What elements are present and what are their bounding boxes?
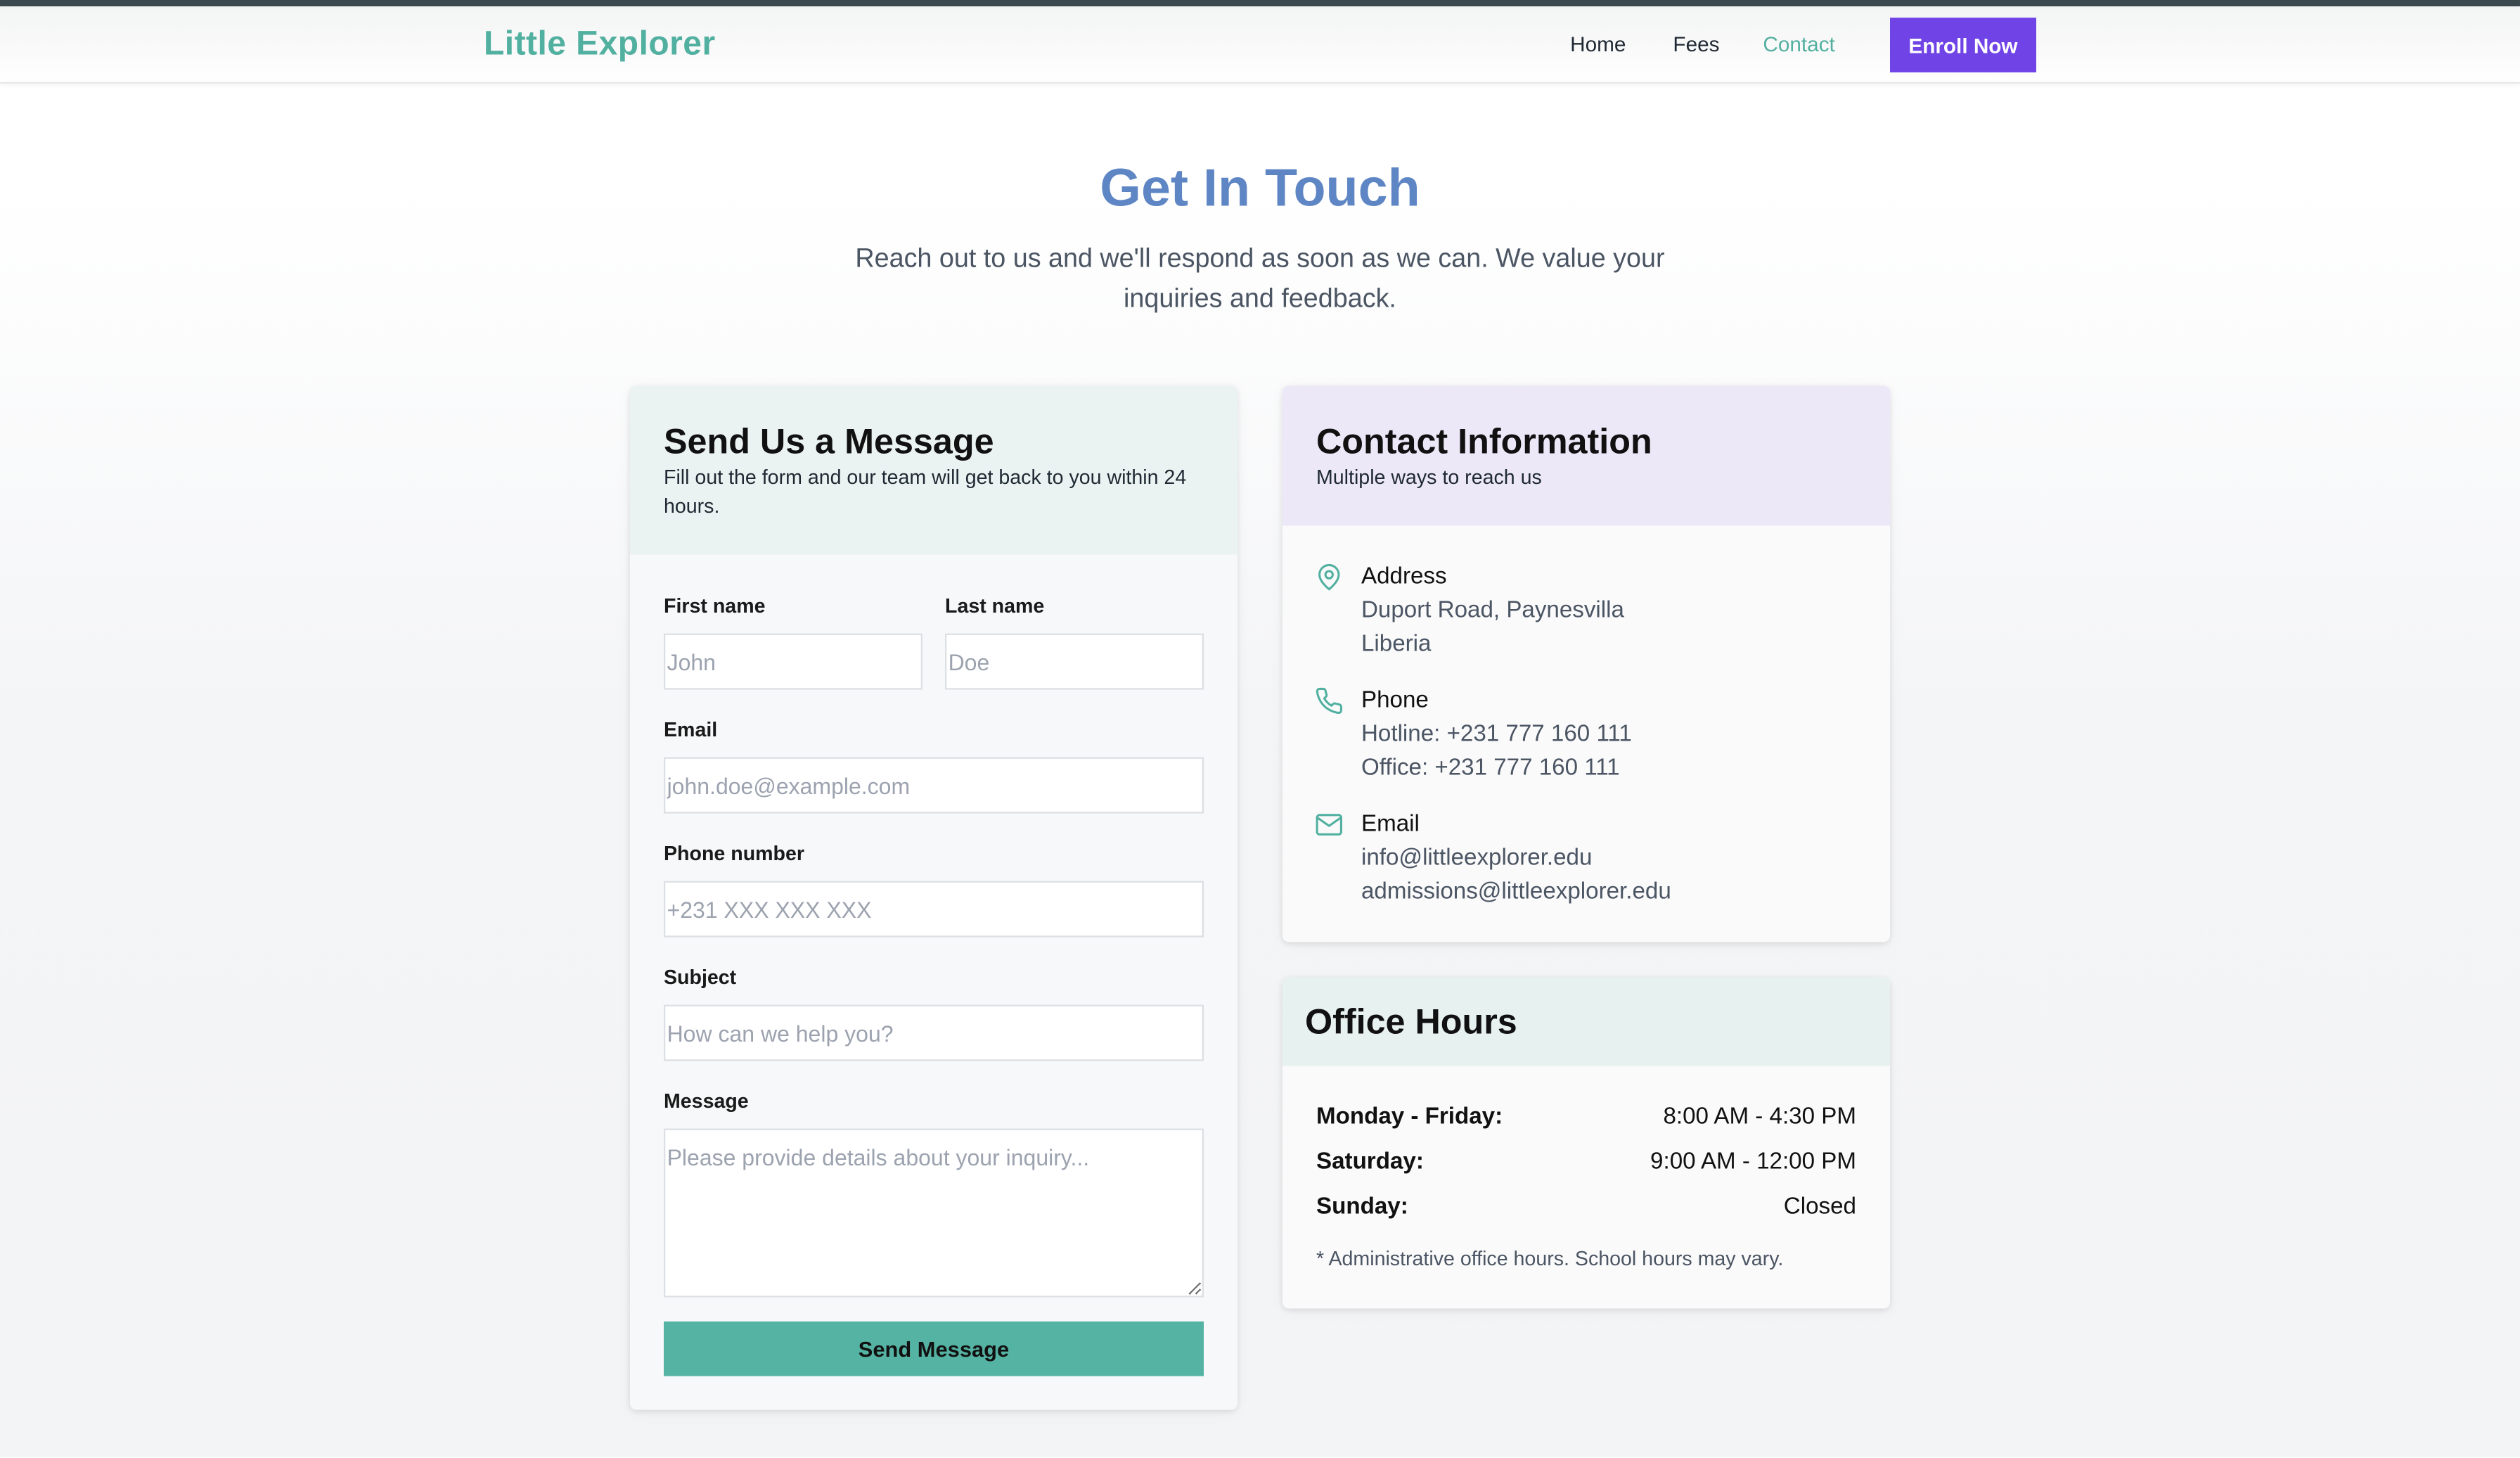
page-subtitle: Reach out to us and we'll respond as soo… [855, 244, 1665, 313]
contact-form-card: Send Us a Message Fill out the form and … [629, 385, 1238, 1410]
contact-info-title: Contact Information [1316, 421, 1652, 461]
hours-day-sunday: Sunday: [1316, 1194, 1408, 1220]
site-header: Little Explorer Home Fees Contact Enroll… [0, 6, 2520, 84]
top-accent-bar [0, 0, 2520, 7]
address-line-2: Liberia [1361, 632, 1432, 658]
send-message-button[interactable]: Send Message [663, 1321, 1204, 1376]
office-hours-title: Office Hours [1304, 1001, 1517, 1042]
nav-home[interactable]: Home [1570, 32, 1626, 56]
form-title: Send Us a Message [663, 421, 994, 461]
address-line-1: Duport Road, Paynesvilla [1361, 598, 1624, 624]
email-input[interactable] [663, 757, 1204, 814]
phone-office[interactable]: Office: +231 777 160 111 [1361, 755, 1620, 781]
page-title: Get In Touch [1100, 157, 1420, 217]
email-title: Email [1361, 812, 1420, 838]
contact-info-description: Multiple ways to reach us [1316, 466, 1542, 489]
nav-contact[interactable]: Contact [1763, 32, 1834, 56]
hours-day-saturday: Saturday: [1316, 1149, 1424, 1175]
hours-note: * Administrative office hours. School ho… [1316, 1247, 1784, 1270]
form-card-header: Send Us a Message Fill out the form and … [629, 385, 1238, 555]
enroll-now-button[interactable]: Enroll Now [1889, 18, 2036, 72]
nav-fees[interactable]: Fees [1673, 32, 1719, 56]
subject-input[interactable] [663, 1004, 1204, 1061]
office-hours-card: Office Hours Monday - Friday: 8:00 AM - … [1282, 977, 1890, 1309]
email-admissions[interactable]: admissions@littleexplorer.edu [1361, 879, 1671, 905]
address-title: Address [1361, 564, 1447, 590]
contact-info-header: Contact Information Multiple ways to rea… [1282, 385, 1890, 526]
message-label: Message [663, 1089, 749, 1113]
hours-time-weekdays: 8:00 AM - 4:30 PM [1663, 1104, 1856, 1130]
hours-day-weekdays: Monday - Friday: [1316, 1104, 1503, 1130]
first-name-input[interactable] [663, 633, 922, 690]
hours-time-saturday: 9:00 AM - 12:00 PM [1650, 1149, 1856, 1175]
email-info[interactable]: info@littleexplorer.edu [1361, 845, 1592, 871]
phone-label: Phone number [663, 842, 805, 865]
phone-icon [1315, 686, 1344, 715]
map-pin-icon [1315, 563, 1344, 591]
phone-hotline[interactable]: Hotline: +231 777 160 111 [1361, 722, 1632, 748]
subject-label: Subject [663, 966, 737, 989]
phone-input[interactable] [663, 881, 1204, 938]
office-hours-header: Office Hours [1282, 977, 1890, 1066]
hours-time-sunday: Closed [1783, 1194, 1856, 1220]
contact-info-card: Contact Information Multiple ways to rea… [1282, 385, 1890, 942]
email-label: Email [663, 718, 718, 741]
site-logo[interactable]: Little Explorer [484, 26, 716, 65]
last-name-label: Last name [944, 594, 1045, 618]
form-description: Fill out the form and our team will get … [663, 466, 1187, 517]
last-name-input[interactable] [944, 633, 1204, 690]
mail-icon [1315, 810, 1344, 839]
message-textarea[interactable] [663, 1128, 1204, 1298]
first-name-label: First name [663, 594, 766, 618]
phone-title: Phone [1361, 688, 1429, 714]
